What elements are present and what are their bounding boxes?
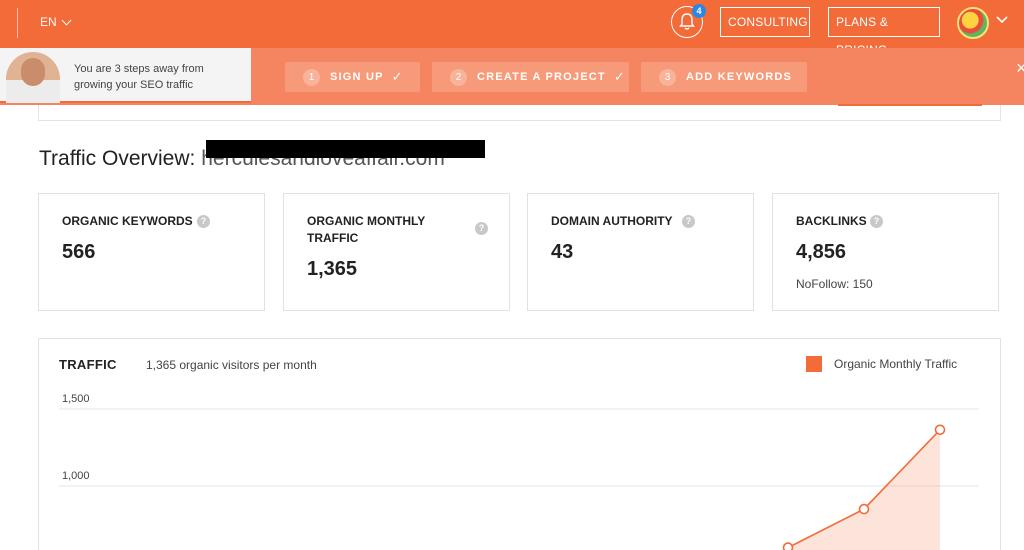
y-tick-label: 1,000	[62, 470, 90, 482]
close-icon[interactable]: ×	[1016, 58, 1024, 79]
language-selector[interactable]: EN	[40, 15, 72, 29]
notifications-button[interactable]: 4	[671, 4, 706, 38]
traffic-chart-card: TRAFFIC 1,365 organic visitors per month…	[38, 338, 1001, 550]
metric-card-domain-authority: DOMAIN AUTHORITY ? 43	[527, 193, 754, 311]
step-number: 3	[659, 68, 676, 86]
data-point[interactable]	[934, 424, 946, 436]
onboarding-promo: You are 3 steps away from growing your S…	[0, 48, 251, 103]
metric-value: 1,365	[307, 258, 358, 280]
traffic-chart: 1,500 1,000	[59, 393, 979, 550]
language-label: EN	[40, 15, 57, 29]
top-navigation-bar: EN 4 CONSULTING PLANS & PRICING	[0, 0, 1024, 57]
step-label: CREATE A PROJECT	[477, 71, 606, 83]
metric-value: 566	[62, 241, 96, 263]
metric-label: ORGANIC KEYWORDS	[62, 214, 193, 228]
data-point[interactable]	[858, 503, 870, 515]
step-label: ADD KEYWORDS	[686, 71, 793, 83]
chevron-down-icon[interactable]	[996, 16, 1008, 24]
chevron-down-icon	[61, 15, 72, 25]
step-create-project[interactable]: 2 CREATE A PROJECT ✓	[432, 62, 629, 92]
plans-pricing-button[interactable]: PLANS & PRICING	[828, 7, 940, 57]
metric-card-organic-monthly-traffic: ORGANIC MONTHLY TRAFFIC ? 1,365	[283, 193, 510, 311]
help-icon[interactable]: ?	[475, 222, 488, 235]
step-number: 1	[303, 68, 320, 86]
help-icon[interactable]: ?	[197, 215, 210, 228]
metric-card-backlinks: BACKLINKS ? 4,856 NoFollow: 150	[772, 193, 999, 311]
checkmark-icon: ✓	[613, 69, 625, 84]
advisor-photo	[6, 52, 60, 103]
notification-count-badge: 4	[692, 4, 706, 18]
metric-label: BACKLINKS	[796, 214, 867, 228]
y-tick-label: 1,500	[62, 393, 90, 405]
metric-label: ORGANIC MONTHLY TRAFFIC	[307, 214, 426, 245]
page-title-label: Traffic Overview:	[39, 147, 196, 170]
previous-panel-edge	[38, 104, 1001, 121]
avatar[interactable]	[957, 7, 989, 39]
consulting-button[interactable]: CONSULTING	[720, 7, 810, 37]
bell-icon	[679, 13, 695, 30]
metric-value: 43	[551, 241, 574, 263]
redaction-bar	[206, 140, 485, 158]
metric-card-organic-keywords: ORGANIC KEYWORDS ? 566	[38, 193, 265, 311]
metric-label: DOMAIN AUTHORITY	[551, 214, 673, 228]
traffic-area	[788, 429, 940, 550]
step-sign-up[interactable]: 1 SIGN UP ✓	[285, 62, 420, 92]
metric-subtext: NoFollow: 150	[796, 277, 873, 291]
step-add-keywords[interactable]: 3 ADD KEYWORDS	[641, 62, 807, 92]
help-icon[interactable]: ?	[870, 215, 883, 228]
data-point[interactable]	[782, 542, 794, 550]
divider	[17, 8, 18, 38]
accent-line	[838, 104, 982, 106]
step-number: 2	[450, 68, 467, 86]
step-label: SIGN UP	[330, 71, 384, 83]
metric-value: 4,856	[796, 241, 847, 263]
main-content: Traffic Overview: herculesandloveaffair.…	[0, 104, 1024, 550]
checkmark-icon: ✓	[391, 69, 403, 84]
promo-text: You are 3 steps away from growing your S…	[74, 63, 204, 91]
help-icon[interactable]: ?	[682, 215, 695, 228]
onboarding-steps-bar: You are 3 steps away from growing your S…	[0, 48, 1024, 105]
